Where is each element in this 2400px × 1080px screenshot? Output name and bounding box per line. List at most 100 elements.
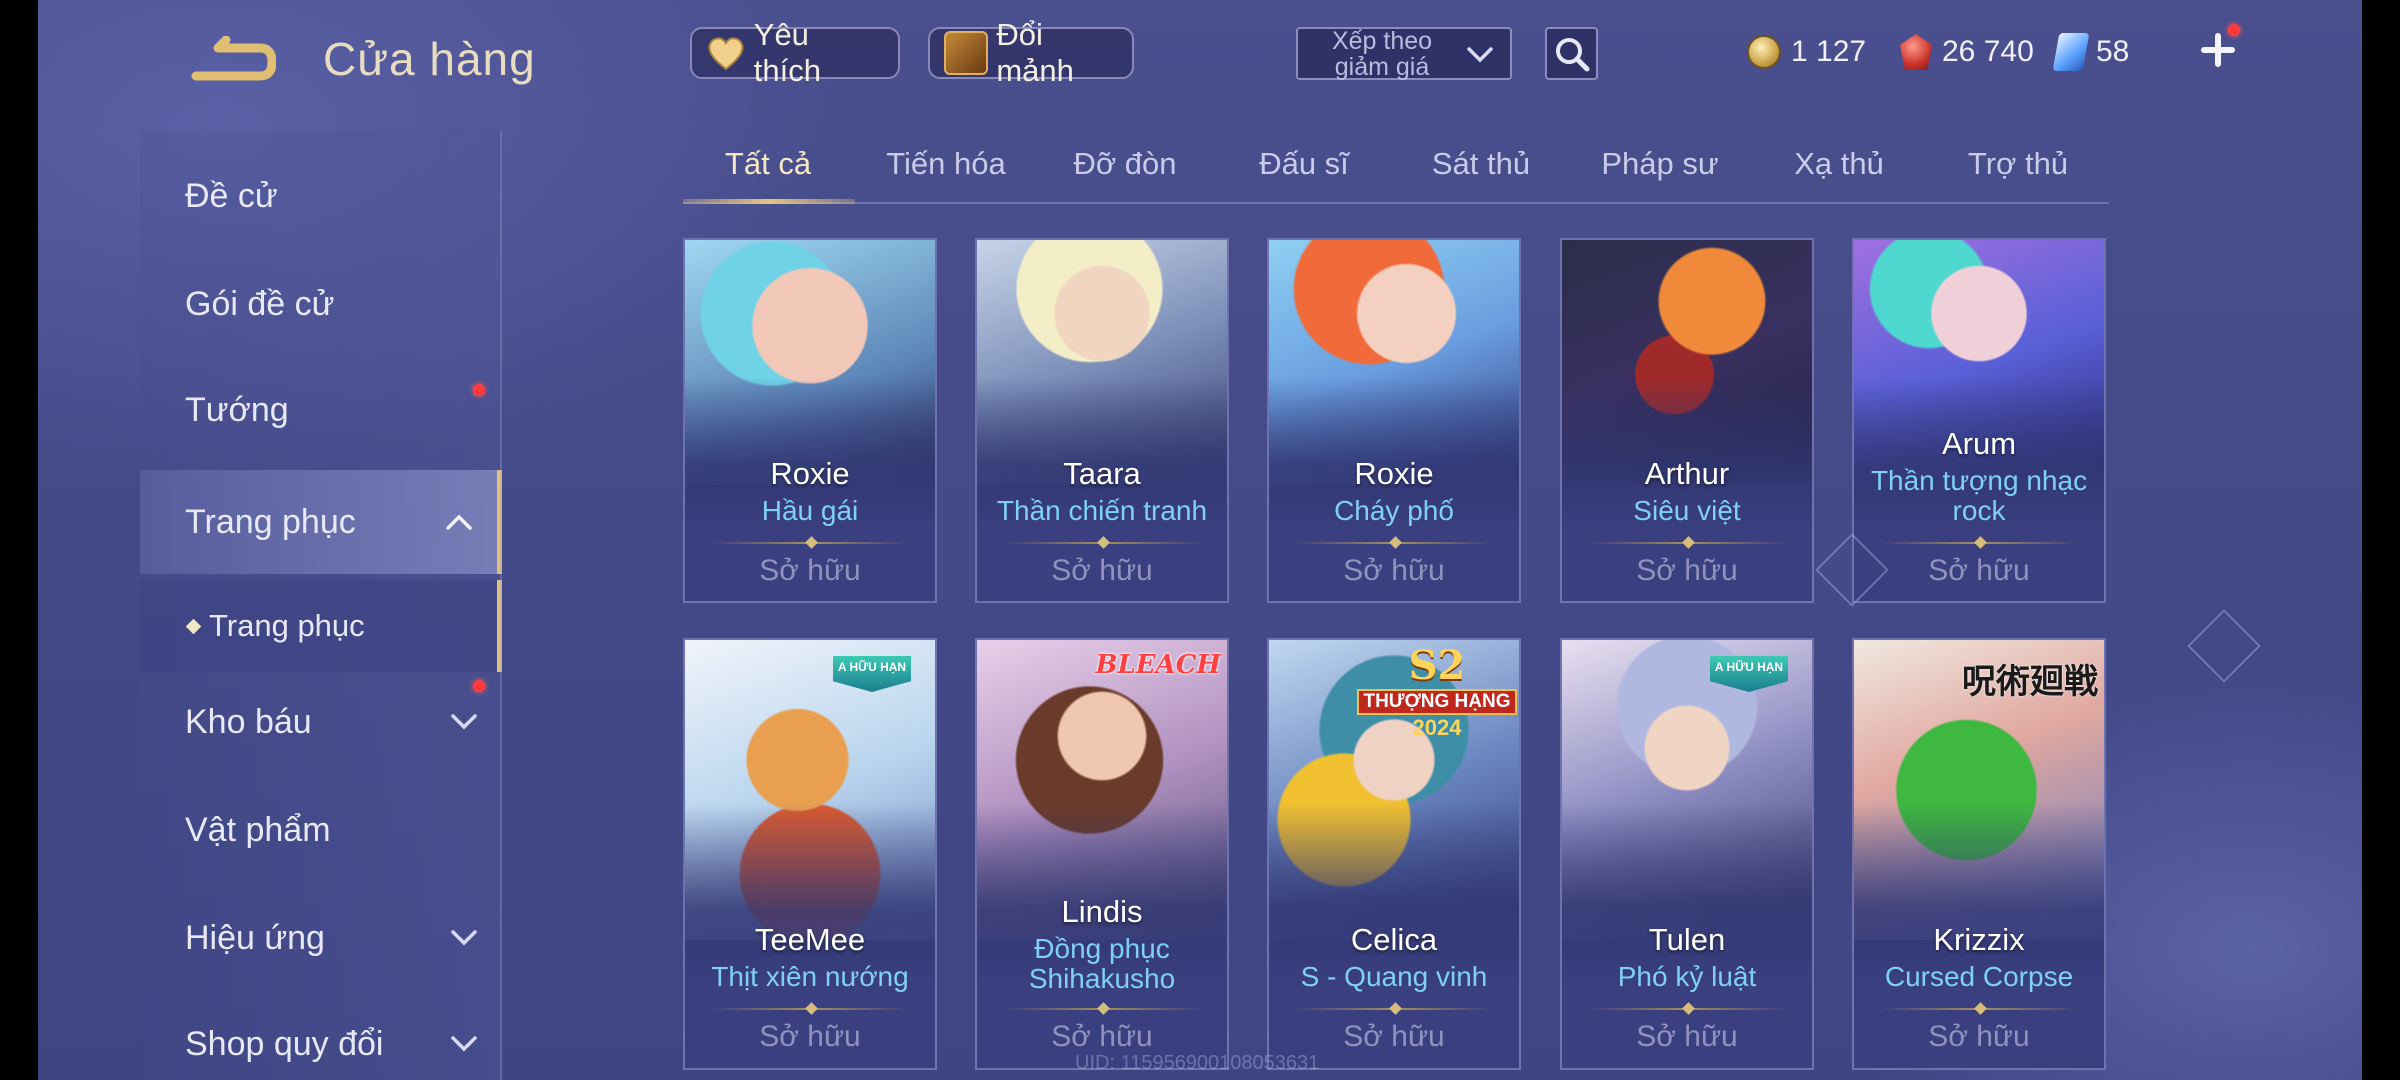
shard-exchange-label: Đổi mảnh xyxy=(996,17,1074,88)
sidebar-item-items[interactable]: Vật phẩm xyxy=(140,778,502,882)
role-tabs: Tất cả Tiến hóa Đỡ đòn Đấu sĩ Sát thủ Ph… xyxy=(683,140,2109,204)
ownership-status: Sở hữu xyxy=(1343,554,1445,587)
hero-name: Tulen xyxy=(1648,922,1726,957)
sidebar-item-label: Gói đề cử xyxy=(185,284,335,323)
gem-amount: 58 xyxy=(2096,35,2130,68)
ownership-status: Sở hữu xyxy=(1928,1020,2030,1053)
sidebar-divider xyxy=(500,130,502,1080)
hero-name: Roxie xyxy=(770,456,850,491)
tab-support[interactable]: Trợ thủ xyxy=(1933,146,2103,200)
skin-card[interactable]: Roxie Cháy phố Sở hữu xyxy=(1267,238,1521,603)
chevron-down-icon xyxy=(1467,47,1493,63)
ownership-status: Sở hữu xyxy=(759,1020,861,1053)
user-id: UID: 115956900108053631 xyxy=(1075,1052,1320,1074)
sidebar-item-label: Shop quy đổi xyxy=(185,1024,384,1063)
hero-name: Celica xyxy=(1350,922,1438,957)
ownership-status: Sở hữu xyxy=(1343,1020,1445,1053)
sidebar-item-exchange-shop[interactable]: Shop quy đổi xyxy=(140,992,502,1080)
search-button[interactable] xyxy=(1545,27,1598,80)
season-year: 2024 xyxy=(1412,715,1462,740)
gold-balance: 1 127 xyxy=(1747,30,1866,74)
season-rank-badge: S2 THƯỢNG HẠNG 2024 xyxy=(1347,642,1519,740)
skin-name: Siêu việt xyxy=(1633,495,1741,526)
hero-name: Lindis xyxy=(1061,894,1143,929)
ownership-status: Sở hữu xyxy=(1636,1020,1738,1053)
sidebar-item-effects[interactable]: Hiệu ứng xyxy=(140,886,502,990)
page-title: Cửa hàng xyxy=(323,33,536,85)
ownership-status: Sở hữu xyxy=(759,554,861,587)
hero-name: Krizzix xyxy=(1933,922,2025,957)
sidebar-item-label: Vật phẩm xyxy=(185,810,331,849)
heart-icon xyxy=(708,37,744,71)
skin-name: S - Quang vinh xyxy=(1300,961,1488,992)
sidebar-item-featured[interactable]: Đề cử xyxy=(140,144,502,248)
gold-coin-icon xyxy=(1747,35,1781,69)
ownership-status: Sở hữu xyxy=(1636,554,1738,587)
notification-dot xyxy=(2228,24,2240,36)
season-label: S2 xyxy=(1408,642,1466,689)
sort-dropdown[interactable]: Xếp theo giảm giá xyxy=(1296,27,1512,80)
skin-name: Thần chiến tranh xyxy=(996,495,1208,526)
hero-name: TeeMee xyxy=(754,922,866,957)
hero-name: Arum xyxy=(1941,426,2017,461)
sidebar-item-treasure[interactable]: Kho báu xyxy=(140,670,502,774)
sidebar-item-heroes[interactable]: Tướng xyxy=(140,358,502,462)
sidebar-item-label: Tướng xyxy=(185,390,289,429)
sidebar-item-label: Kho báu xyxy=(185,702,312,741)
skin-card[interactable]: Taara Thần chiến tranh Sở hữu xyxy=(975,238,1229,603)
tab-all[interactable]: Tất cả xyxy=(683,146,853,200)
hero-name: Roxie xyxy=(1354,456,1434,491)
chevron-up-icon xyxy=(446,514,472,530)
gold-amount: 1 127 xyxy=(1791,35,1867,68)
notification-dot xyxy=(473,680,485,692)
jujutsu-kaisen-logo: 呪術廻戦 xyxy=(1962,662,2098,702)
favorites-button[interactable]: Yêu thích xyxy=(690,17,900,88)
skin-card[interactable]: Arum Thần tượng nhạc rock Sở hữu xyxy=(1852,238,2106,603)
ownership-status: Sở hữu xyxy=(1928,554,2030,587)
tab-marksman[interactable]: Xạ thủ xyxy=(1754,146,1924,200)
skin-card[interactable]: A HỮU HẠN TeeMee Thịt xiên nướng Sở hữu xyxy=(683,638,937,1070)
skin-card[interactable]: BLEACH Lindis Đồng phục Shihakusho Sở hữ… xyxy=(975,638,1229,1070)
back-button[interactable] xyxy=(190,35,277,84)
floating-diamond-icon xyxy=(2187,609,2261,683)
favorites-label: Yêu thích xyxy=(753,17,821,88)
ownership-status: Sở hữu xyxy=(1051,1020,1153,1053)
search-icon xyxy=(1555,37,1589,71)
ruby-icon xyxy=(1900,34,1932,70)
diamond-bullet-icon xyxy=(185,618,202,634)
sidebar-subitem-label: Trang phục xyxy=(209,608,365,643)
tab-mage[interactable]: Pháp sư xyxy=(1575,146,1745,200)
tab-evolution[interactable]: Tiến hóa xyxy=(861,146,1031,200)
chevron-down-icon xyxy=(451,1036,477,1052)
skin-name: Thịt xiên nướng xyxy=(711,961,909,992)
sidebar: Đề cử Gói đề cử Tướng Trang phục Trang p… xyxy=(140,130,502,1080)
shard-exchange-button[interactable]: Đổi mảnh xyxy=(928,17,1134,88)
sidebar-item-label: Trang phục xyxy=(185,502,356,541)
ruby-balance: 26 740 xyxy=(1900,30,2034,74)
back-arrow-icon xyxy=(191,35,277,81)
sidebar-item-label: Hiệu ứng xyxy=(185,918,325,957)
tab-assassin[interactable]: Sát thủ xyxy=(1396,146,1566,200)
gem-icon xyxy=(2052,33,2090,71)
skin-card[interactable]: 呪術廻戦 Krizzix Cursed Corpse Sở hữu xyxy=(1852,638,2106,1070)
skin-card[interactable]: Roxie Hầu gái Sở hữu xyxy=(683,238,937,603)
sidebar-item-skins[interactable]: Trang phục xyxy=(140,470,502,574)
tab-tank[interactable]: Đỡ đòn xyxy=(1040,146,1210,200)
shop-screen: Cửa hàng Yêu thích Đổi mảnh Xếp theo giả… xyxy=(0,0,2400,1080)
tab-fighter[interactable]: Đấu sĩ xyxy=(1219,146,1389,200)
skin-card[interactable]: A HỮU HẠN Tulen Phó kỷ luật Sở hữu xyxy=(1560,638,1814,1070)
rank-label: THƯỢNG HẠNG xyxy=(1357,689,1517,715)
skin-name: Thần tượng nhạc rock xyxy=(1870,465,2088,526)
skin-card[interactable]: Arthur Siêu việt Sở hữu xyxy=(1560,238,1814,603)
gem-balance: 58 xyxy=(2052,30,2130,74)
skin-name: Phó kỷ luật xyxy=(1617,961,1757,992)
skin-card[interactable]: S2 THƯỢNG HẠNG 2024 Celica S - Quang vin… xyxy=(1267,638,1521,1070)
active-tab-indicator xyxy=(683,199,855,204)
letterbox-right xyxy=(2362,0,2400,1080)
sidebar-subitem-skins[interactable]: Trang phục xyxy=(140,580,502,672)
shard-icon xyxy=(944,31,989,75)
sidebar-item-featured-bundles[interactable]: Gói đề cử xyxy=(140,252,502,396)
chevron-down-icon xyxy=(451,930,477,946)
sidebar-item-label: Đề cử xyxy=(185,176,278,215)
bleach-logo: BLEACH xyxy=(1095,650,1221,680)
